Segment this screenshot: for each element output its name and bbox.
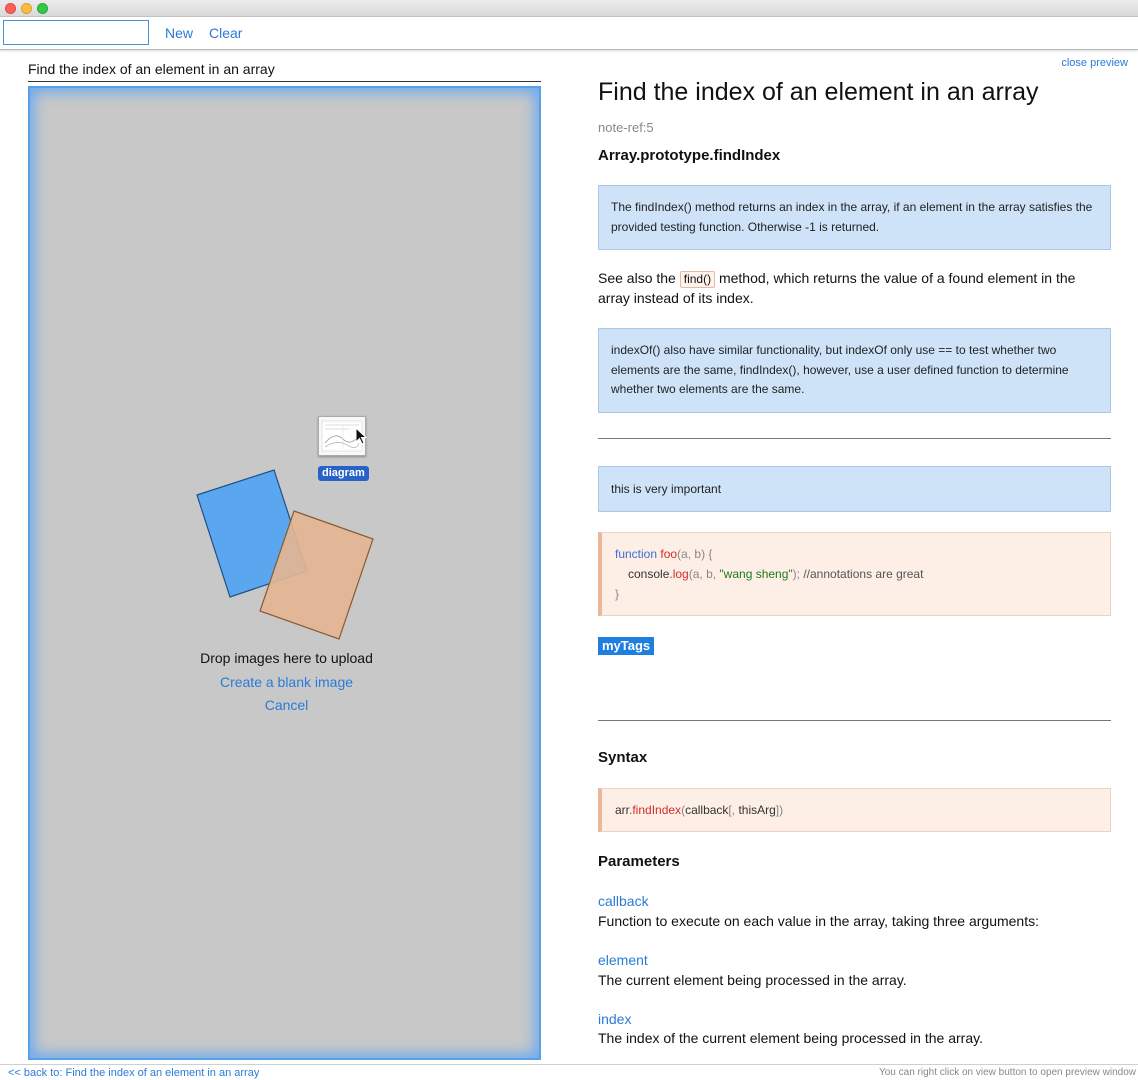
- note-ref: note-ref:5: [598, 120, 654, 135]
- toolbar: New Clear: [0, 17, 1138, 50]
- code-comment: //annotations are great: [803, 567, 924, 581]
- image-drop-zone[interactable]: diagram Drop images here to upload Creat…: [28, 86, 541, 1060]
- note-text: indexOf() also have similar functionalit…: [611, 343, 1069, 396]
- param-name[interactable]: element: [598, 952, 648, 968]
- code-arg: thisArg: [738, 803, 776, 817]
- inline-code: find(): [679, 271, 716, 288]
- see-also-paragraph: See also the find() method, which return…: [598, 269, 1111, 308]
- back-link[interactable]: << back to: Find the index of an element…: [8, 1067, 259, 1079]
- code-block: function foo(a, b) { console.log(a, b, "…: [598, 532, 1111, 616]
- note-title-field[interactable]: Find the index of an element in an array: [28, 61, 541, 82]
- code-args: (a, b) {: [677, 547, 713, 561]
- mouse-cursor-icon: [355, 427, 367, 445]
- note-box: The findIndex() method returns an index …: [598, 185, 1111, 250]
- code-line: function foo(a, b) {: [615, 544, 1097, 564]
- param-description: Function to execute on each value in the…: [598, 913, 1039, 929]
- syntax-heading: Syntax: [598, 749, 648, 766]
- code-method: .findIndex: [629, 803, 682, 817]
- code-function-name: foo: [660, 547, 678, 561]
- create-blank-image-link[interactable]: Create a blank image: [30, 674, 543, 690]
- zoom-window-button[interactable]: [37, 3, 48, 14]
- code-call-end: );: [792, 567, 804, 581]
- code-line: console.log(a, b, "wang sheng"); //annot…: [615, 564, 1097, 584]
- search-input[interactable]: [3, 20, 149, 45]
- param-name[interactable]: index: [598, 1011, 631, 1027]
- code-punct: [,: [728, 803, 739, 817]
- code-method: .log: [669, 567, 689, 581]
- code-string: "wang sheng": [719, 567, 793, 581]
- param-description: The current element being processed in t…: [598, 972, 907, 988]
- close-window-button[interactable]: [5, 3, 16, 14]
- divider: [598, 720, 1111, 721]
- divider: [598, 438, 1111, 439]
- clear-button[interactable]: Clear: [209, 25, 242, 41]
- code-line: }: [615, 587, 620, 601]
- parameters-heading: Parameters: [598, 853, 680, 870]
- drop-instructions: Drop images here to upload: [200, 650, 373, 666]
- param-description: The index of the current element being p…: [598, 1030, 983, 1046]
- code-keyword: function: [615, 547, 658, 561]
- status-hint: You can right click on view button to op…: [878, 1067, 1136, 1078]
- note-text: this is very important: [611, 482, 722, 496]
- code-punct: ]): [775, 803, 784, 817]
- preview-title: Find the index of an element in an array: [598, 78, 1039, 106]
- code-object: arr: [615, 803, 630, 817]
- note-box: this is very important: [598, 466, 1111, 512]
- see-also-text: See also the: [598, 270, 680, 286]
- drop-images-icon: [196, 469, 374, 640]
- close-preview-link[interactable]: close preview: [1061, 57, 1128, 69]
- new-button[interactable]: New: [165, 25, 193, 41]
- code-object: console: [628, 567, 670, 581]
- code-arg: callback: [685, 803, 729, 817]
- code-call-args: (a, b,: [688, 567, 720, 581]
- tag-badge[interactable]: myTags: [598, 637, 655, 655]
- param-name[interactable]: callback: [598, 893, 649, 909]
- window-titlebar: [0, 0, 1138, 17]
- minimize-window-button[interactable]: [21, 3, 32, 14]
- cancel-link[interactable]: Cancel: [30, 697, 543, 713]
- note-text: The findIndex() method returns an index …: [611, 200, 1093, 234]
- status-bar: << back to: Find the index of an element…: [0, 1064, 1138, 1080]
- syntax-code-block: arr.findIndex(callback[, thisArg]): [598, 788, 1111, 832]
- preview-subtitle: Array.prototype.findIndex: [598, 147, 781, 164]
- note-box: indexOf() also have similar functionalit…: [598, 328, 1111, 413]
